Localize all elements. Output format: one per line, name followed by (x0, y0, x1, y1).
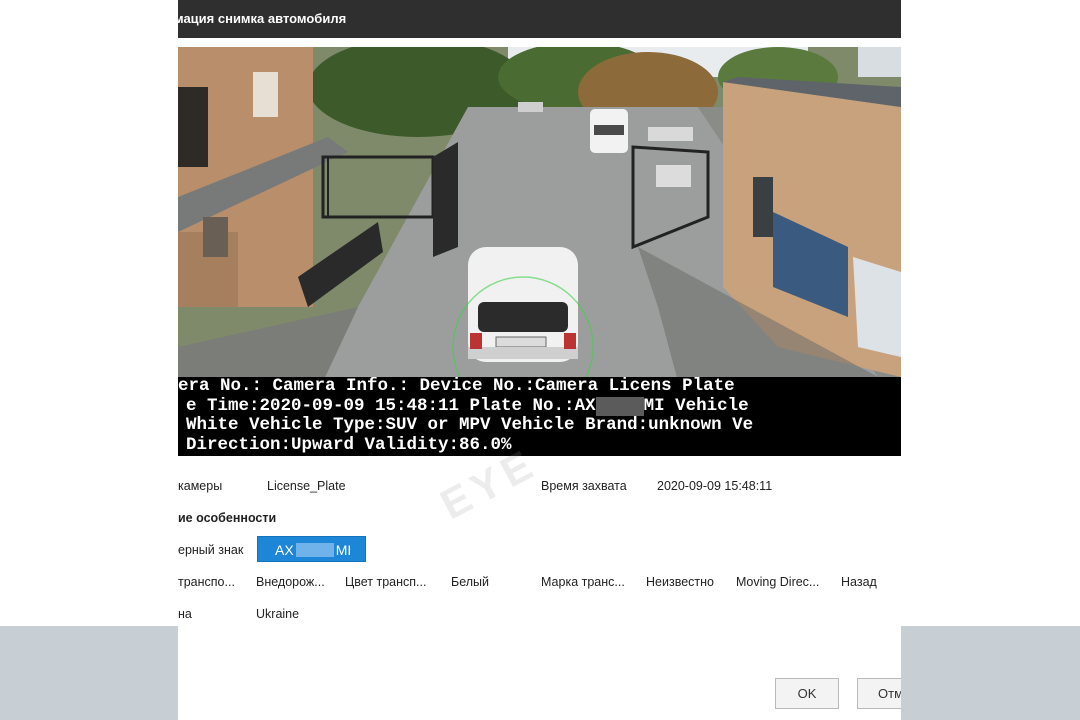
cancel-button[interactable]: Отм (857, 678, 901, 709)
vehicle-type-value: Внедорож... (256, 575, 325, 589)
camera-value: License_Plate (267, 479, 346, 493)
vehicle-color-value: Белый (451, 575, 490, 589)
plate-label: ерный знак (178, 543, 244, 557)
plate-number-badge[interactable]: AX MI (257, 536, 366, 562)
dialog-title: мация снимка автомобиля (178, 11, 347, 26)
camera-label: камеры (178, 479, 223, 493)
osd-line-4: Direction:Upward Validity:86.0% (186, 434, 512, 455)
plate-suffix: MI (335, 542, 352, 558)
country-value: Ukraine (256, 607, 300, 621)
vehicle-type-label: транспо... (178, 575, 235, 589)
dialog-footer: OK Отм (178, 626, 901, 720)
osd-line-1: era No.: Camera Info.: Device No.:Camera… (178, 377, 735, 396)
dialog-header: мация снимка автомобиля (178, 0, 901, 38)
plate-prefix: AX (275, 542, 294, 558)
osd-line-2-text: e Time:2020-09-09 15:48:11 Plate No.:AX (186, 395, 596, 416)
direction-label: Moving Direc... (736, 575, 820, 589)
ok-button[interactable]: OK (775, 678, 839, 709)
redaction-block: ___ (595, 396, 644, 416)
direction-value: Назад (841, 575, 877, 589)
snapshot-osd-overlay: era No.: Camera Info.: Device No.:Camera… (178, 377, 901, 456)
osd-line-3: White Vehicle Type:SUV or MPV Vehicle Br… (186, 415, 754, 435)
country-label: на (178, 607, 192, 621)
vehicle-color-label: Цвет трансп... (345, 575, 427, 589)
plate-redaction (295, 543, 334, 557)
osd-line-2: e Time:2020-09-09 15:48:11 Plate No.:AX_… (186, 395, 749, 416)
section-title: ие особенности (178, 511, 277, 525)
capture-time-label: Время захвата (541, 479, 627, 493)
capture-time-value: 2020-09-09 15:48:11 (657, 479, 773, 493)
brand-value: Неизвестно (646, 575, 714, 589)
osd-line-2b-text: MI Vehicle (643, 395, 749, 416)
vehicle-snapshot-dialog: мация снимка автомобиля era No.: Camera … (178, 0, 901, 720)
brand-label: Марка транс... (541, 575, 625, 589)
